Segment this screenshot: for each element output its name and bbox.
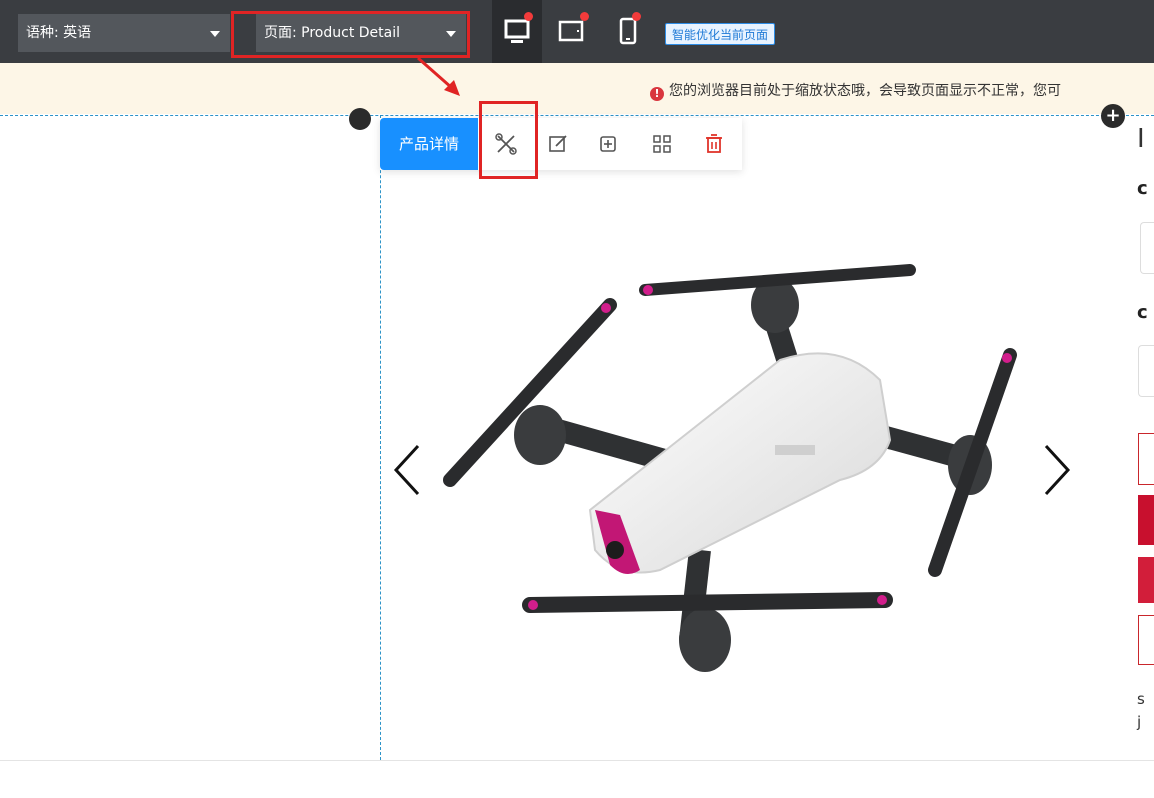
mobile-view-button[interactable] xyxy=(606,0,656,63)
contact-button[interactable] xyxy=(1138,615,1154,665)
module-toolbar: 产品详情 xyxy=(380,118,742,170)
optimize-page-button[interactable]: 智能优化当前页面 xyxy=(665,23,776,45)
option-select[interactable] xyxy=(1140,222,1154,274)
delete-icon xyxy=(706,134,722,153)
mobile-icon xyxy=(619,17,637,45)
desktop-icon xyxy=(504,19,530,43)
product-image xyxy=(443,264,1017,672)
option-label: c xyxy=(1137,178,1148,199)
module-add-button[interactable] xyxy=(592,128,624,160)
zoom-warning-bar: ! 您的浏览器目前处于缩放状态哦，会导致页面显示不正常，您可 xyxy=(0,63,1154,114)
zoom-warning-text: 您的浏览器目前处于缩放状态哦，会导致页面显示不正常，您可 xyxy=(669,83,1061,99)
carousel-prev-button[interactable] xyxy=(388,440,428,500)
add-handle[interactable]: + xyxy=(1101,104,1125,128)
language-select[interactable]: 语种: 英语 xyxy=(18,14,230,52)
section-divider xyxy=(0,760,1154,761)
tablet-view-button[interactable] xyxy=(548,0,598,63)
top-toolbar: 语种: 英语 页面: Product Detail 智能优化当前页面 xyxy=(0,0,1154,63)
inquiry-button[interactable] xyxy=(1138,433,1154,485)
annotation-arrow xyxy=(417,56,460,96)
info-icon: ! xyxy=(650,87,664,101)
product-desc-line: j xyxy=(1137,713,1142,731)
module-outline-top xyxy=(0,115,1154,116)
module-outline-left xyxy=(380,115,381,760)
zoom-warning: ! 您的浏览器目前处于缩放状态哦，会导致页面显示不正常，您可 xyxy=(650,80,1061,101)
tablet-icon xyxy=(558,20,584,42)
add-icon xyxy=(600,136,616,152)
quantity-input[interactable] xyxy=(1138,345,1154,397)
carousel-next-button[interactable] xyxy=(1036,440,1076,500)
language-select-label: 语种: 英语 xyxy=(26,25,92,41)
edit-icon xyxy=(549,135,567,152)
notification-dot xyxy=(524,12,533,21)
buy-now-button[interactable] xyxy=(1138,495,1154,545)
product-desc-line: s xyxy=(1137,690,1145,708)
module-label: 产品详情 xyxy=(380,118,478,170)
grid-icon xyxy=(653,135,671,153)
product-title: I xyxy=(1137,124,1145,154)
drag-handle[interactable] xyxy=(349,108,371,130)
chevron-down-icon xyxy=(210,31,220,37)
module-edit-button[interactable] xyxy=(542,128,574,160)
module-delete-button[interactable] xyxy=(698,128,730,160)
settings-button-highlight xyxy=(479,101,538,179)
notification-dot xyxy=(580,12,589,21)
module-layout-button[interactable] xyxy=(646,128,678,160)
notification-dot xyxy=(632,12,641,21)
desktop-view-button[interactable] xyxy=(492,0,542,63)
option-label: c xyxy=(1137,302,1148,323)
add-to-cart-button[interactable] xyxy=(1138,557,1154,603)
